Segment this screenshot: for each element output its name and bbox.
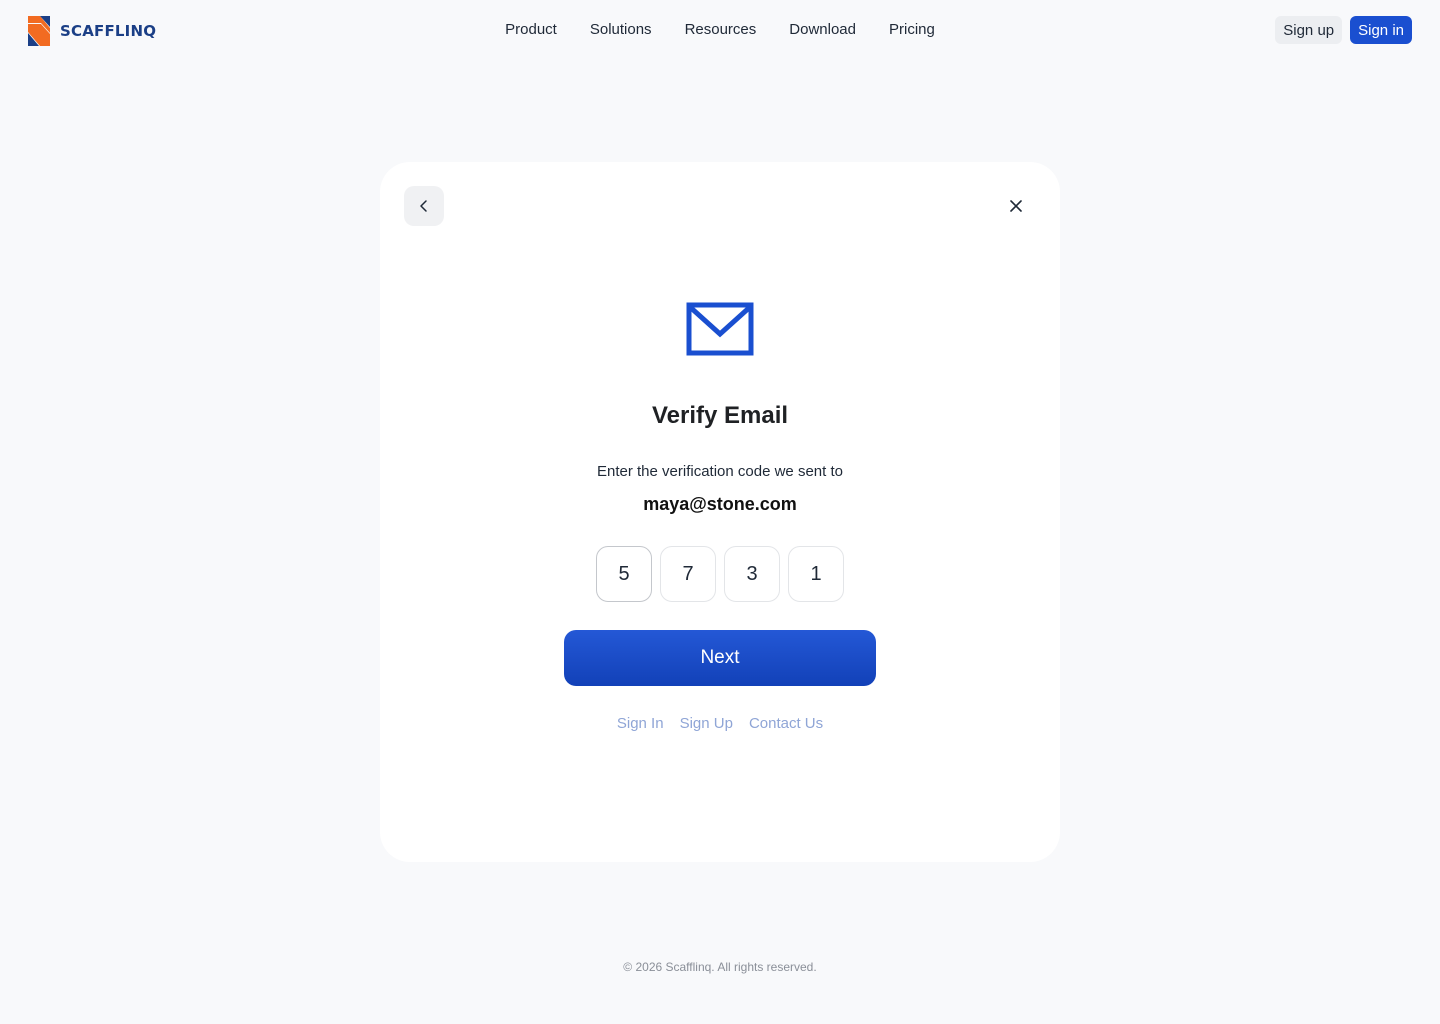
nav-item-pricing[interactable]: Pricing bbox=[889, 20, 935, 40]
page: SCAFFLINQ Product Solutions Resources Do… bbox=[0, 0, 1440, 1024]
nav-item-product[interactable]: Product bbox=[505, 20, 557, 40]
sign-up-link[interactable]: Sign Up bbox=[680, 715, 733, 732]
close-icon bbox=[1010, 200, 1022, 212]
dialog-title: Verify Email bbox=[651, 402, 789, 429]
nav-item-download[interactable]: Download bbox=[789, 20, 856, 40]
code-digit-3[interactable] bbox=[724, 546, 780, 602]
code-digit-4[interactable] bbox=[788, 546, 844, 602]
code-digit-2[interactable] bbox=[660, 546, 716, 602]
brand-name: SCAFFLINQ bbox=[60, 22, 157, 40]
back-button[interactable] bbox=[404, 186, 444, 226]
mail-icon bbox=[686, 302, 754, 356]
nav-item-solutions[interactable]: Solutions bbox=[590, 20, 652, 40]
auth-actions: Sign up Sign in bbox=[1275, 16, 1412, 44]
footer-copyright: © 2026 Scafflinq. All rights reserved. bbox=[623, 960, 817, 974]
verify-email-card: Verify Email Enter the verification code… bbox=[380, 162, 1060, 862]
verification-code-inputs bbox=[596, 546, 844, 602]
main-nav: Product Solutions Resources Download Pri… bbox=[0, 20, 1440, 40]
recipient-email: maya@stone.com bbox=[643, 494, 797, 514]
sign-in-button[interactable]: Sign in bbox=[1350, 16, 1412, 44]
sign-up-button[interactable]: Sign up bbox=[1275, 16, 1343, 44]
auth-links: Sign In Sign Up Contact Us bbox=[380, 715, 1060, 732]
sign-in-link[interactable]: Sign In bbox=[617, 715, 664, 732]
code-digit-1[interactable] bbox=[596, 546, 652, 602]
nav-item-resources[interactable]: Resources bbox=[685, 20, 757, 40]
top-header: SCAFFLINQ Product Solutions Resources Do… bbox=[0, 0, 1440, 60]
close-button[interactable] bbox=[1000, 190, 1032, 222]
dialog-subtitle: Enter the verification code we sent to bbox=[597, 463, 843, 480]
brand-logo[interactable]: SCAFFLINQ bbox=[28, 16, 156, 46]
next-button[interactable]: Next bbox=[564, 630, 876, 686]
logo-mark-icon bbox=[28, 16, 50, 46]
chevron-left-icon bbox=[420, 200, 427, 212]
contact-us-link[interactable]: Contact Us bbox=[749, 715, 823, 732]
